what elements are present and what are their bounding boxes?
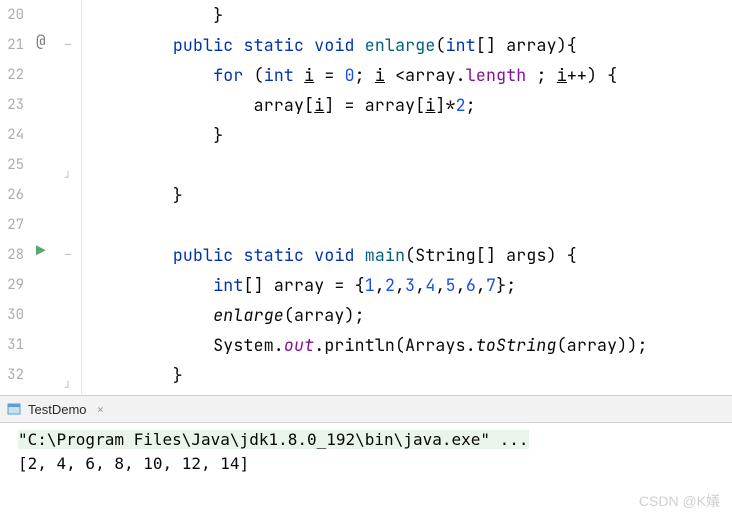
code-area[interactable]: } public static void enlarge(int[] array… — [82, 0, 732, 395]
line-number: 25 — [0, 150, 24, 180]
code-line: } — [92, 180, 732, 210]
code-line: array[i] = array[i]*2; — [92, 90, 732, 120]
console-output-line: [2, 4, 6, 8, 10, 12, 14] — [18, 452, 714, 476]
fold-column: ─ ┘ ─ ┘ — [62, 0, 82, 395]
code-line — [92, 210, 732, 240]
code-line: } — [92, 0, 732, 30]
run-tab-label[interactable]: TestDemo — [28, 402, 87, 417]
line-number: 24 — [0, 120, 24, 150]
fold-icon[interactable]: ┘ — [65, 381, 71, 394]
line-number: 29 — [0, 270, 24, 300]
code-line: for (int i = 0; i <array.length ; i++) { — [92, 60, 732, 90]
watermark: CSDN @K嬟 — [639, 491, 720, 511]
fold-icon[interactable]: ┘ — [65, 171, 71, 184]
code-line: System.out.println(Arrays.toString(array… — [92, 330, 732, 360]
line-number: 28 — [0, 240, 24, 270]
close-icon[interactable]: × — [97, 401, 105, 418]
line-number: 27 — [0, 210, 24, 240]
marker-column: @ ▶ — [32, 0, 62, 395]
code-line: int[] array = {1,2,3,4,5,6,7}; — [92, 270, 732, 300]
line-number: 26 — [0, 180, 24, 210]
console-output[interactable]: "C:\Program Files\Java\jdk1.8.0_192\bin\… — [0, 423, 732, 481]
run-gutter-icon[interactable]: ▶ — [36, 240, 46, 261]
line-number: 32 — [0, 360, 24, 390]
line-number: 31 — [0, 330, 24, 360]
code-line: } — [92, 120, 732, 150]
line-number: 22 — [0, 60, 24, 90]
code-line: public static void main(String[] args) { — [92, 240, 732, 270]
line-number: 23 — [0, 90, 24, 120]
annotation-icon[interactable]: @ — [36, 30, 46, 51]
console-cmd-line: "C:\Program Files\Java\jdk1.8.0_192\bin\… — [18, 428, 714, 452]
code-line: } — [92, 360, 732, 390]
code-editor[interactable]: 20 21 22 23 24 25 26 27 28 29 30 31 32 @… — [0, 0, 732, 395]
line-gutter: 20 21 22 23 24 25 26 27 28 29 30 31 32 — [0, 0, 32, 395]
fold-icon[interactable]: ─ — [65, 38, 71, 51]
line-number: 30 — [0, 300, 24, 330]
line-number: 20 — [0, 0, 24, 30]
run-tab-bar: TestDemo × — [0, 395, 732, 423]
fold-icon[interactable]: ─ — [65, 248, 71, 261]
code-line: public static void enlarge(int[] array){ — [92, 30, 732, 60]
line-number: 21 — [0, 30, 24, 60]
code-line: enlarge(array); — [92, 300, 732, 330]
run-config-icon — [6, 401, 22, 417]
code-line — [92, 150, 732, 180]
